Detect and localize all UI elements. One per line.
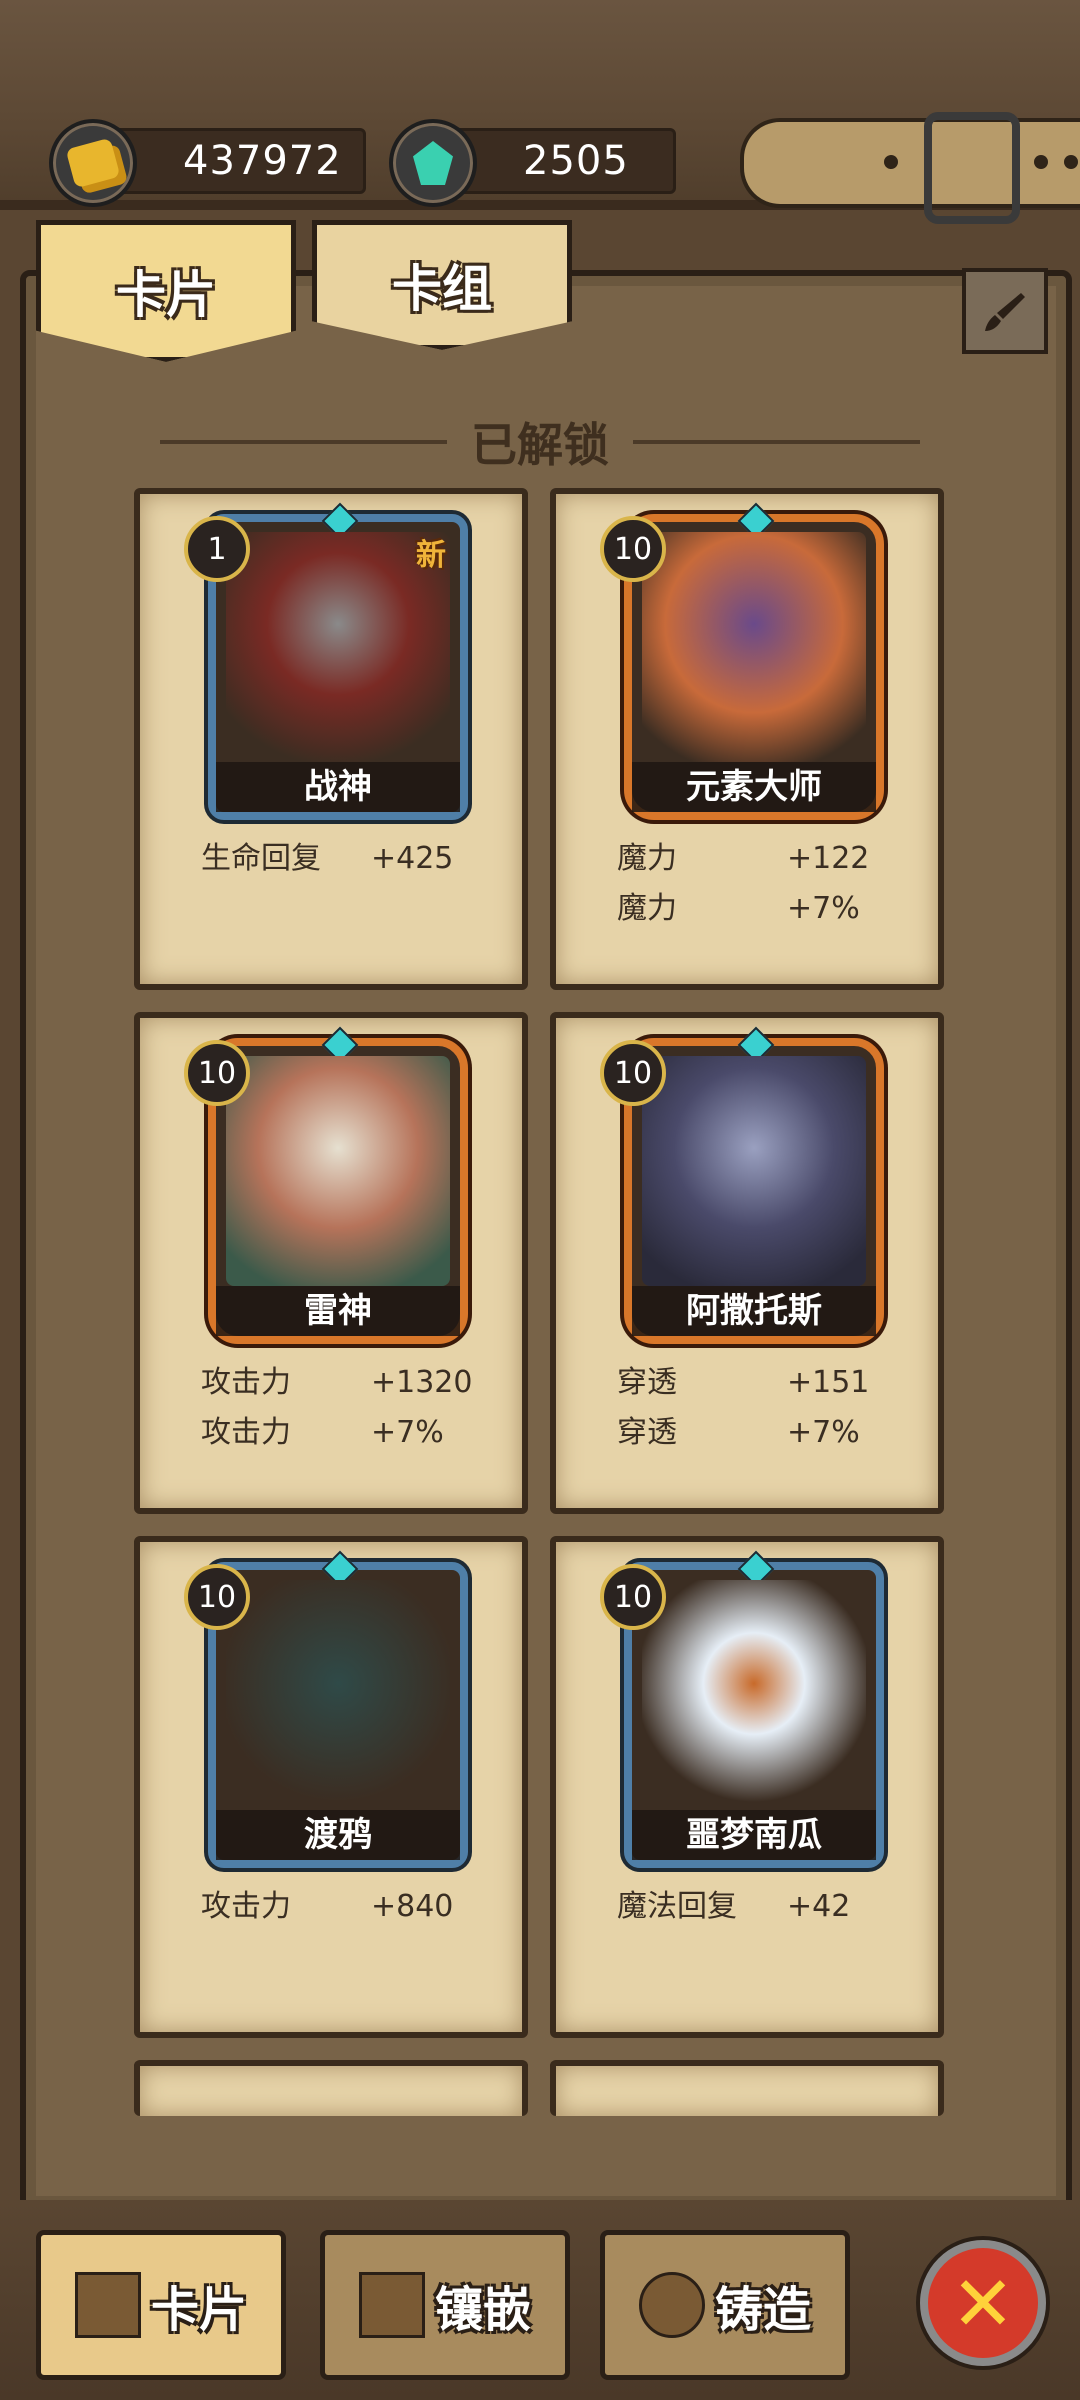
gold-icon	[49, 119, 137, 207]
card-emeng-nangua[interactable]: 10 噩梦南瓜 魔法回复 +42	[550, 1536, 944, 2038]
card-name: 战神	[216, 762, 460, 812]
level-badge: 10	[600, 516, 666, 582]
close-icon: ✕	[951, 2258, 1015, 2348]
gold-counter: 437972	[49, 119, 366, 207]
stat-row: 穿透 +151	[617, 1365, 870, 1400]
buckle-icon	[924, 112, 1020, 224]
card-leishen[interactable]: 10 雷神 攻击力 +1320 攻击力 +7%	[134, 1012, 528, 1514]
unlocked-section-header: 已解锁	[160, 412, 920, 472]
card-partial[interactable]	[550, 2060, 944, 2116]
gem-amount: 2505	[523, 138, 629, 184]
card-name: 噩梦南瓜	[632, 1810, 876, 1860]
dark-knight-art-icon	[642, 1056, 866, 1286]
stat-row: 攻击力 +1320	[201, 1365, 473, 1400]
gold-amount: 437972	[183, 138, 342, 184]
gem-counter: 2505	[389, 119, 676, 207]
card-name: 雷神	[216, 1286, 460, 1336]
card-partial[interactable]	[134, 2060, 528, 2116]
divider-left	[160, 440, 447, 444]
close-button[interactable]: ✕	[920, 2240, 1046, 2366]
forge-icon	[638, 2272, 705, 2338]
nav-forge-button[interactable]: 铸造	[600, 2230, 850, 2380]
card-asatuosi[interactable]: 10 阿撒托斯 穿透 +151 穿透 +7%	[550, 1012, 944, 1514]
nav-inlay-button[interactable]: 镶嵌	[320, 2230, 570, 2380]
card-name: 元素大师	[632, 762, 876, 812]
level-badge: 10	[600, 1564, 666, 1630]
pumpkin-art-icon	[642, 1580, 866, 1810]
card-zhanshen[interactable]: 1 战神 新 生命回复 +425	[134, 488, 528, 990]
card-name: 阿撒托斯	[632, 1286, 876, 1336]
level-badge: 10	[184, 1564, 250, 1630]
gem-icon	[389, 119, 477, 207]
level-badge: 10	[600, 1040, 666, 1106]
stat-row: 魔法回复 +42	[617, 1889, 851, 1924]
stat-row: 穿透 +7%	[617, 1415, 860, 1450]
nav-label: 卡片	[150, 2282, 247, 2338]
section-title: 已解锁	[471, 418, 609, 472]
nav-cards-button[interactable]: 卡片	[36, 2230, 286, 2380]
elemental-art-icon	[642, 532, 866, 762]
book-icon	[358, 2272, 425, 2338]
new-badge: 新	[416, 538, 446, 573]
divider-right	[633, 440, 920, 444]
stat-row: 攻击力 +7%	[201, 1415, 444, 1450]
level-badge: 1	[184, 516, 250, 582]
cards-icon	[74, 2272, 141, 2338]
stat-row: 攻击力 +840	[201, 1889, 454, 1924]
nav-label: 镶嵌	[434, 2282, 531, 2338]
stat-row: 魔力 +7%	[617, 891, 860, 926]
card-duya[interactable]: 10 渡鸦 攻击力 +840	[134, 1536, 528, 2038]
stat-row: 生命回复 +425	[201, 841, 454, 876]
brush-icon	[985, 293, 1025, 331]
edit-button[interactable]	[962, 268, 1048, 354]
raven-art-icon	[226, 1580, 450, 1810]
thunder-god-art-icon	[226, 1056, 450, 1286]
level-badge: 10	[184, 1040, 250, 1106]
stat-row: 魔力 +122	[617, 841, 870, 876]
card-name: 渡鸦	[216, 1810, 460, 1860]
nav-label: 铸造	[714, 2282, 811, 2338]
settings-strap-button[interactable]	[740, 112, 1080, 224]
card-yuansu-dashi[interactable]: 10 元素大师 魔力 +122 魔力 +7%	[550, 488, 944, 990]
